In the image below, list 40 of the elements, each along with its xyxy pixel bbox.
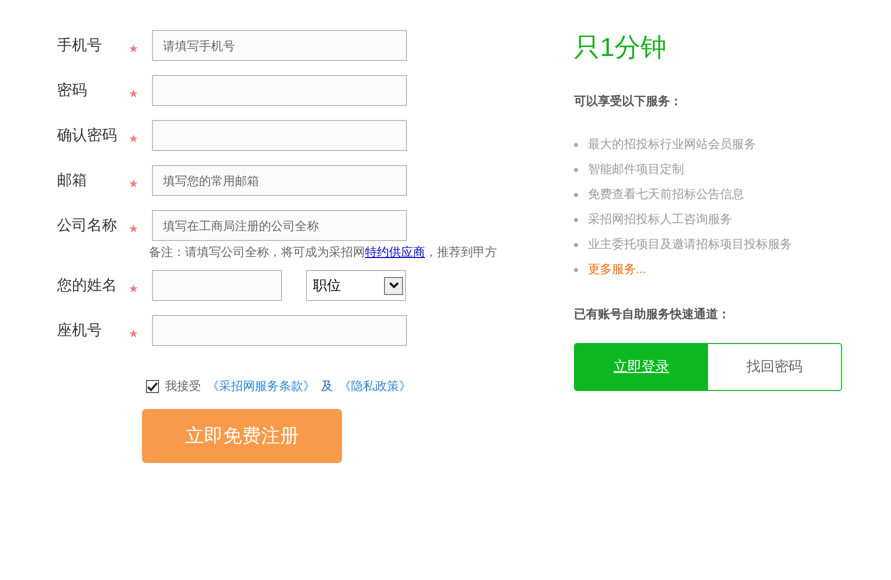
service-item: 智能邮件项目定制: [588, 161, 684, 178]
service-item: 最大的招投标行业网站会员服务: [588, 136, 756, 153]
more-link[interactable]: 更多服务...: [588, 261, 646, 278]
input-field[interactable]: [152, 270, 282, 301]
and-text: 及: [321, 378, 333, 395]
agree-checkbox[interactable]: [146, 380, 159, 393]
terms-link[interactable]: 《采招网服务条款》: [207, 378, 315, 395]
field-label: 密码: [57, 81, 88, 100]
field-label: 邮箱: [57, 171, 88, 190]
bullet-icon: [574, 192, 578, 196]
supplier-link[interactable]: 特约供应商: [365, 245, 425, 259]
input-field[interactable]: [152, 120, 407, 151]
input-field[interactable]: [152, 75, 407, 106]
services-heading: 可以享受以下服务：: [574, 93, 683, 110]
quick-heading: 已有账号自助服务快速通道：: [574, 306, 731, 323]
register-button[interactable]: 立即免费注册: [142, 409, 342, 463]
input-field[interactable]: 填写在工商局注册的公司全称: [152, 210, 407, 241]
bullet-icon: [574, 218, 578, 222]
input-field[interactable]: 填写您的常用邮箱: [152, 165, 407, 196]
service-item: 业主委托项目及邀请招标项目投标服务: [588, 236, 792, 253]
agree-text: 我接受: [165, 378, 201, 395]
privacy-link[interactable]: 《隐私政策》: [339, 378, 411, 395]
quick-button[interactable]: 立即登录: [575, 344, 708, 390]
bullet-icon: [574, 242, 578, 246]
caret-icon: [384, 276, 403, 294]
position-select[interactable]: 职位: [306, 270, 406, 301]
field-label: 确认密码: [57, 126, 118, 145]
field-label: 您的姓名: [57, 276, 118, 295]
note-text: 备注：请填写公司全称，将可成为采招网特约供应商，推荐到甲方: [149, 244, 498, 261]
field-label: 公司名称: [57, 216, 118, 235]
field-label: 手机号: [57, 36, 103, 55]
service-item: 免费查看七天前招标公告信息: [588, 186, 744, 203]
promo-title: 只1分钟: [574, 31, 668, 64]
bullet-icon: [574, 268, 578, 272]
service-item: 采招网招投标人工咨询服务: [588, 211, 732, 228]
input-field[interactable]: 请填写手机号: [152, 30, 407, 61]
field-label: 座机号: [57, 321, 103, 340]
bullet-icon: [574, 142, 578, 146]
bullet-icon: [574, 168, 578, 172]
input-field[interactable]: [152, 315, 407, 346]
